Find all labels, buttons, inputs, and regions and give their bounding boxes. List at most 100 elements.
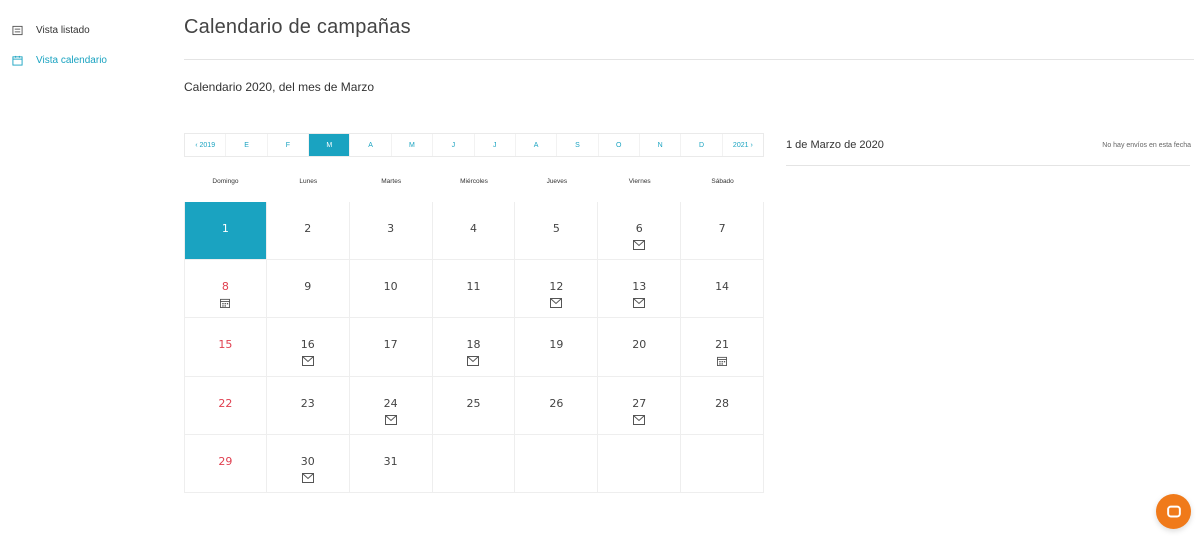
month-tab[interactable]: A: [350, 134, 392, 156]
sidebar-item-label: Vista listado: [36, 24, 90, 36]
day-number: 12: [549, 280, 564, 294]
selected-date-title: 1 de Marzo de 2020: [786, 139, 884, 151]
calendar-day[interactable]: 11: [432, 260, 516, 319]
day-number: 13: [632, 280, 647, 294]
chat-icon: [1165, 503, 1183, 521]
calendar-day[interactable]: 14: [681, 260, 764, 319]
day-number: 23: [300, 396, 315, 410]
calendar-day[interactable]: 9: [266, 260, 350, 319]
weekday-label: Martes: [381, 178, 402, 185]
day-number: 2: [304, 222, 312, 235]
day-number: 27: [632, 396, 647, 410]
envelope-icon[interactable]: [550, 298, 563, 309]
calendar-day[interactable]: 7: [681, 202, 764, 261]
calendar-day[interactable]: 19: [515, 318, 599, 377]
day-number: 3: [387, 222, 395, 235]
envelope-icon[interactable]: [467, 356, 480, 367]
next-year-button[interactable]: 2021 ›: [723, 134, 763, 156]
day-number: 18: [466, 338, 481, 352]
calendar-day[interactable]: 16: [266, 318, 350, 377]
day-number: 4: [469, 222, 477, 235]
calendar-empty-cell: [681, 434, 764, 493]
calendar-day[interactable]: 25: [432, 376, 516, 435]
day-number: 9: [304, 280, 312, 294]
calendar-day[interactable]: 3: [349, 202, 433, 261]
calendar-day[interactable]: 4: [432, 202, 516, 261]
day-number: 17: [383, 338, 398, 352]
calendar-icon[interactable]: [219, 298, 231, 309]
sidebar-item-vista-calendario[interactable]: Vista calendario: [12, 50, 162, 70]
day-number: 25: [466, 396, 481, 410]
calendar-day[interactable]: 12: [515, 260, 599, 319]
calendar-day[interactable]: 18: [432, 318, 516, 377]
month-tab[interactable]: N: [640, 134, 682, 156]
calendar-day[interactable]: 5: [515, 202, 599, 261]
calendar-day[interactable]: 31: [349, 434, 433, 493]
month-tab[interactable]: S: [557, 134, 599, 156]
day-number: 7: [718, 222, 726, 235]
day-number: 10: [383, 280, 398, 294]
page-subtitle: Calendario 2020, del mes de Marzo: [184, 80, 375, 94]
weekday-header: Domingo Lunes Martes Miércoles Jueves Vi…: [184, 178, 764, 185]
day-number: 11: [466, 280, 481, 294]
day-number: 5: [552, 222, 560, 235]
envelope-icon[interactable]: [633, 414, 646, 425]
sidebar: Vista listado Vista calendario: [12, 20, 162, 80]
calendar-day[interactable]: 24: [349, 376, 433, 435]
weekday-label: Lunes: [299, 178, 318, 185]
calendar-day[interactable]: 10: [349, 260, 433, 319]
envelope-icon[interactable]: [633, 240, 646, 250]
calendar-day[interactable]: 27: [598, 376, 682, 435]
weekday-label: Jueves: [546, 178, 568, 185]
calendar-day[interactable]: 20: [598, 318, 682, 377]
calendar-icon[interactable]: [716, 356, 728, 367]
month-tab[interactable]: M: [309, 134, 351, 156]
calendar-day[interactable]: 13: [598, 260, 682, 319]
weekday-label: Sábado: [711, 178, 734, 185]
day-number: 28: [715, 396, 730, 410]
calendar-day[interactable]: 23: [266, 376, 350, 435]
month-tab[interactable]: E: [226, 134, 268, 156]
month-navigation: ‹ 2019 E F M A M J J A S O N D 2021 ›: [184, 133, 764, 157]
calendar-day[interactable]: 8: [184, 260, 267, 319]
envelope-icon[interactable]: [301, 472, 314, 483]
calendar-day[interactable]: 6: [598, 202, 682, 261]
month-tab[interactable]: F: [268, 134, 310, 156]
calendar-grid: 1 2 3 4 5 6 7 8 9 10 11 12 13 14 15 16 17 18 19 20 21 22 23 24 2…: [184, 202, 764, 493]
day-number: 19: [549, 338, 564, 352]
calendar-day[interactable]: 26: [515, 376, 599, 435]
envelope-icon[interactable]: [633, 298, 646, 309]
day-number: 1: [221, 222, 229, 235]
calendar-day[interactable]: 30: [266, 434, 350, 493]
calendar-day[interactable]: 2: [266, 202, 350, 261]
month-tab[interactable]: D: [681, 134, 723, 156]
envelope-icon[interactable]: [384, 414, 397, 425]
calendar-day[interactable]: 21: [681, 318, 764, 377]
day-number: 16: [300, 338, 315, 352]
calendar-day[interactable]: 28: [681, 376, 764, 435]
day-number: 6: [635, 222, 643, 235]
calendar-day[interactable]: 15: [184, 318, 267, 377]
day-number: 20: [632, 338, 647, 352]
day-number: 29: [218, 454, 233, 468]
month-tab[interactable]: J: [475, 134, 516, 156]
month-tab[interactable]: A: [516, 134, 558, 156]
prev-year-button[interactable]: ‹ 2019: [185, 134, 227, 156]
calendar-day[interactable]: 17: [349, 318, 433, 377]
sidebar-item-vista-listado[interactable]: Vista listado: [12, 20, 162, 40]
calendar-day[interactable]: 29: [184, 434, 267, 493]
chat-button[interactable]: [1156, 494, 1191, 529]
day-number: 14: [715, 280, 730, 294]
calendar-day[interactable]: 1: [184, 202, 267, 261]
month-tab[interactable]: J: [433, 134, 475, 156]
weekday-label: Miércoles: [460, 178, 488, 185]
day-number: 21: [715, 338, 730, 352]
envelope-icon[interactable]: [301, 356, 314, 367]
calendar-day[interactable]: 22: [184, 376, 267, 435]
month-tab[interactable]: M: [392, 134, 434, 156]
day-number: 24: [383, 396, 398, 410]
day-number: 22: [218, 396, 233, 410]
list-icon: [12, 25, 23, 36]
month-tab[interactable]: O: [599, 134, 640, 156]
calendar-empty-cell: [598, 434, 682, 493]
